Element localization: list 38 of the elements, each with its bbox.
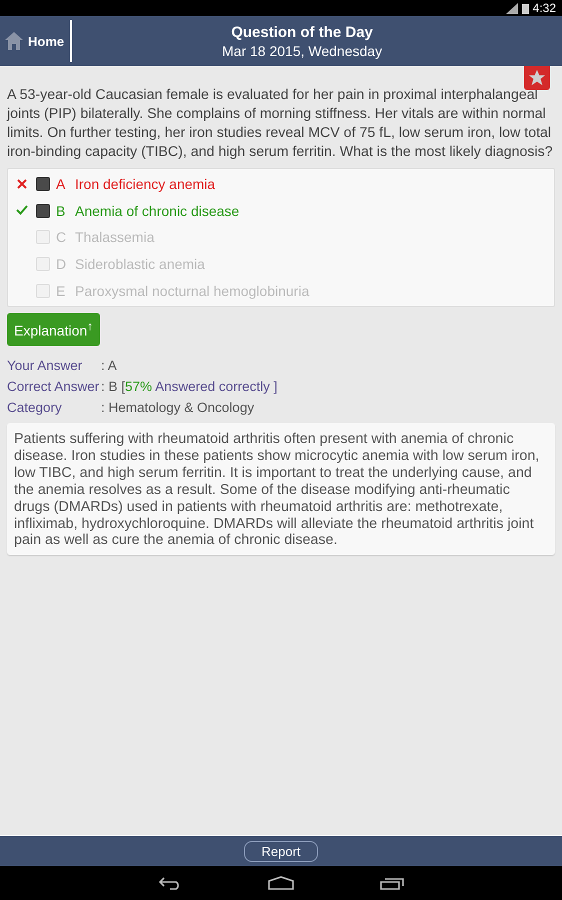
checkbox[interactable] [36, 204, 50, 218]
correct-answer-label: Correct Answer [7, 378, 100, 394]
report-button[interactable]: Report [244, 840, 318, 862]
cross-icon [17, 178, 27, 189]
home-button[interactable]: Home [0, 20, 72, 62]
home-icon[interactable] [268, 876, 294, 890]
option-letter: E [56, 282, 66, 299]
bookmark-button[interactable] [524, 66, 550, 90]
option-text[interactable]: Anemia of chronic disease [75, 202, 240, 219]
check-icon [16, 205, 28, 216]
option-letter: C [56, 229, 68, 246]
back-icon[interactable] [158, 876, 182, 890]
option-text[interactable]: Iron deficiency anemia [75, 176, 216, 192]
checkbox[interactable] [36, 177, 50, 192]
question-text: A 53-year-old Caucasian female is evaluated for her pain in proximal interphalangeal joints (PIP) bilaterally. She complains of morning stiffness. Her vitals are within normal limits. On further testing, her iron studies reveal MCV of 75 fL, low serum iron, low total iron-binding capacity (TIBC), and high serum ferritin. What is the most likely diagnosis? [7, 86, 554, 162]
option-letter: B [56, 202, 66, 219]
signal-icon [506, 2, 518, 14]
option-letter: A [56, 176, 66, 192]
answer-value: : A [101, 358, 118, 373]
option-letter: D [56, 256, 68, 272]
explanation-button[interactable]: Explanation$^{↑}$ [7, 312, 100, 346]
clock: 4:32 [532, 1, 556, 15]
option-text[interactable]: Thalassemia [75, 229, 154, 246]
correct-answer-value: : B [ [101, 378, 126, 394]
option-text[interactable]: Paroxysmal nocturnal hemoglobinuria [75, 282, 310, 299]
answer-label: Your Answer [7, 358, 84, 373]
explanation-text: Patients suffering with rheumatoid arthritis often present with anemia of chronic disease. Iron studies in these patients show microcytic anemia with low serum iron, low TIBC, and high serum ferritin. It is important to treat the underlying cause, and the anemia resolves as a result. Some of the disease modifying anti-rheumatic drugs (DMARDs) used in patients with rheumatoid arthritis are: methotrexate, infliximab, hydroxychloroquine. DMARDs will alleviate the rheumatoid arthritis joint pain as well as cure the anemia of chronic disease. [7, 422, 555, 556]
category-value: : Hematology & Oncology [101, 400, 256, 415]
option-text[interactable]: Sideroblastic anemia [75, 256, 205, 272]
battery-icon [522, 2, 529, 14]
screen-title: Question of the Day [231, 24, 373, 40]
category-label: Category [7, 400, 63, 415]
percent-text: 57% [125, 378, 152, 394]
date-text: Mar 18 2015, Wednesday [222, 42, 382, 58]
house-icon [4, 31, 24, 51]
answered-correctly-text: Answered correctly ] [155, 378, 278, 394]
recent-apps-icon[interactable] [380, 876, 404, 890]
star-icon [528, 69, 546, 87]
